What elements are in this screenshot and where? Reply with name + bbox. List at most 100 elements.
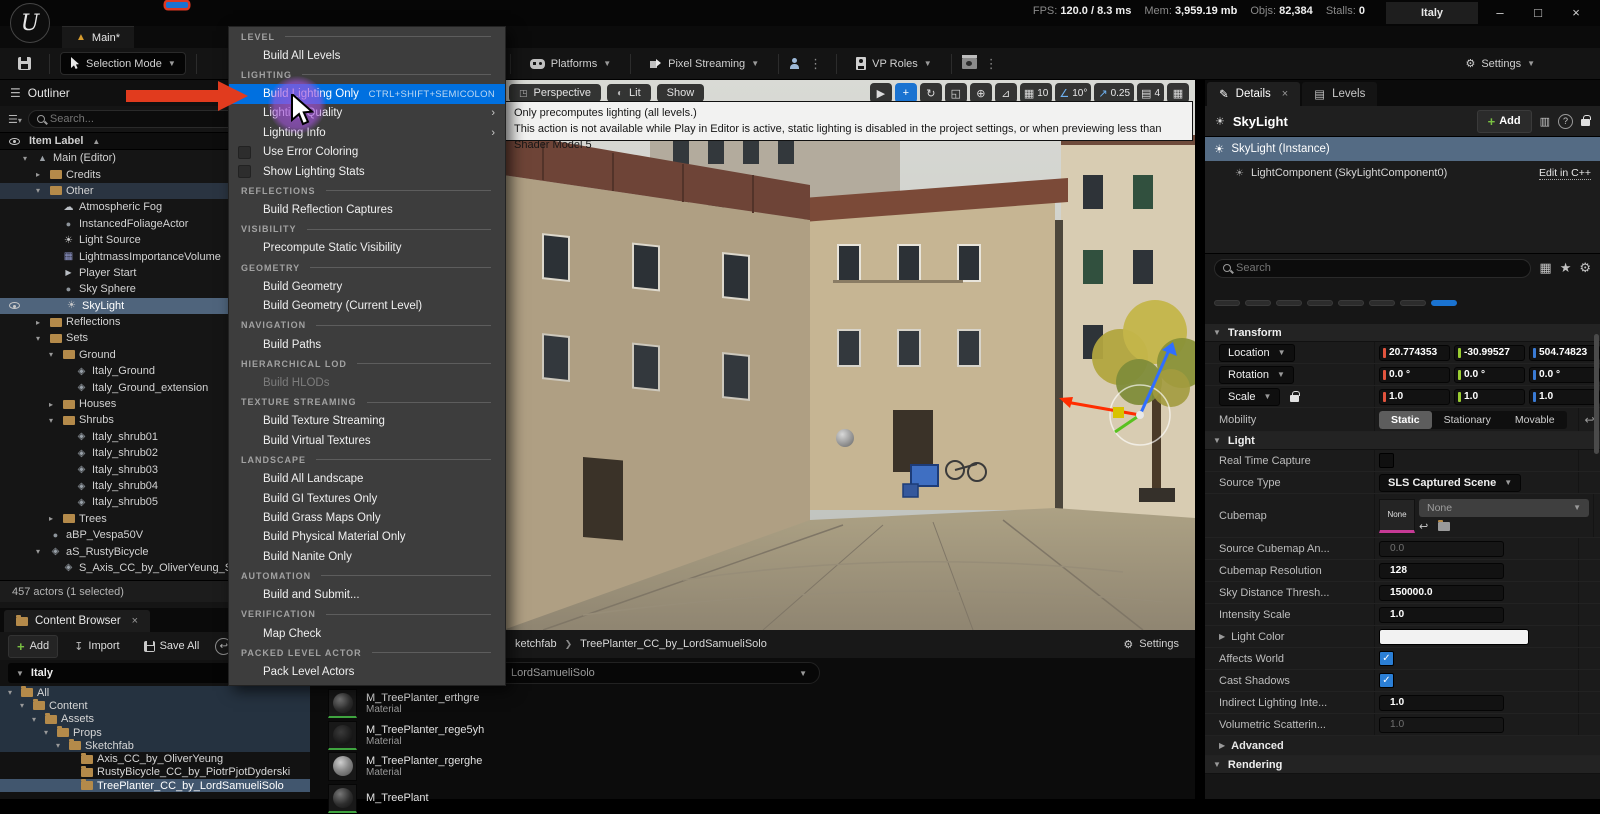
tab-details[interactable]: ✎ Details ×	[1207, 82, 1300, 106]
folder-tree-row[interactable]: Assets	[0, 713, 310, 726]
checkbox[interactable]	[238, 165, 251, 178]
close-icon[interactable]: ×	[1282, 88, 1288, 100]
item-label-column-header[interactable]: Item Label	[29, 135, 83, 147]
use-selected-asset-icon[interactable]: ↩	[1419, 520, 1428, 533]
grid-snap-button[interactable]: ▦ 10	[1020, 83, 1053, 103]
virtual-camera-icon[interactable]	[962, 58, 977, 69]
viewport[interactable]: ◳ Perspective ◐ Lit Show ▶ + ↻ ◱ ⊕ ⊿ ▦ 1…	[503, 80, 1195, 630]
scale-dropdown[interactable]: Scale▼	[1219, 388, 1280, 406]
selection-mode-dropdown[interactable]: Selection Mode ▼	[60, 52, 186, 75]
build-menu-item[interactable]: VISIBILITY ›	[229, 220, 505, 239]
menu-button[interactable]	[218, 2, 240, 8]
camera-speed-button[interactable]: ▤ 4	[1137, 83, 1164, 103]
component-row-skylight-instance[interactable]: ☀ SkyLight (Instance)	[1205, 137, 1600, 161]
multi-user-icon[interactable]	[789, 58, 801, 69]
import-button[interactable]: ↧ Import	[66, 637, 127, 656]
move-tool-button[interactable]: +	[895, 83, 917, 103]
intensity-scale-field[interactable]: 1.0	[1379, 607, 1504, 623]
indirect-lighting-intensity-field[interactable]: 1.0	[1379, 695, 1504, 711]
blueprint-icon[interactable]: ▥	[1540, 115, 1550, 128]
cubemap-thumbnail[interactable]: None	[1379, 499, 1415, 533]
scale-snap-button[interactable]: ↗ 0.25	[1094, 83, 1134, 103]
details-scrollbar[interactable]	[1594, 334, 1599, 454]
light-color-swatch[interactable]	[1379, 629, 1529, 645]
folder-tree-row[interactable]: Axis_CC_by_OliverYeung	[0, 752, 310, 765]
maximize-viewport-button[interactable]: ▦	[1167, 83, 1189, 103]
breadcrumb[interactable]: ketchfab	[515, 638, 557, 650]
build-menu-item[interactable]: Build Texture Streaming ›	[229, 412, 505, 431]
source-type-dropdown[interactable]: SLS Captured Scene▼	[1379, 474, 1521, 492]
build-menu-item[interactable]: Build Paths ›	[229, 335, 505, 354]
build-menu-item[interactable]: Build Grass Maps Only ›	[229, 508, 505, 527]
expand-arrow-icon[interactable]	[44, 728, 53, 737]
rotation-x-field[interactable]: 0.0 °	[1379, 367, 1450, 383]
pixel-streaming-dropdown[interactable]: Pixel Streaming ▼	[641, 54, 768, 74]
filter-chip[interactable]	[1400, 300, 1426, 306]
build-menu-item[interactable]: Build Reflection Captures ›	[229, 200, 505, 219]
build-menu-item[interactable]: REFLECTIONS ›	[229, 181, 505, 200]
build-menu-item[interactable]: LEVEL ›	[229, 27, 505, 46]
expand-arrow-icon[interactable]	[49, 416, 58, 425]
build-menu-item[interactable]: Build All Landscape ›	[229, 469, 505, 488]
rotation-z-field[interactable]: 0.0 °	[1529, 367, 1600, 383]
select-tool-button[interactable]: ▶	[870, 83, 892, 103]
asset-settings-button[interactable]: ⚙ Settings	[1123, 638, 1195, 651]
browse-to-asset-icon[interactable]	[1438, 522, 1450, 531]
show-dropdown[interactable]: Show	[657, 84, 705, 102]
expand-arrow-icon[interactable]	[8, 688, 17, 697]
mobility-static-option[interactable]: Static	[1379, 411, 1432, 429]
build-menu-item[interactable]: Build Geometry ›	[229, 277, 505, 296]
menu-button[interactable]	[114, 2, 136, 8]
tab-main-level[interactable]: ▲ Main*	[62, 26, 134, 48]
build-menu-item[interactable]: Build Physical Material Only ›	[229, 528, 505, 547]
build-menu-item[interactable]: VERIFICATION ›	[229, 605, 505, 624]
location-x-field[interactable]: 20.774353	[1379, 345, 1450, 361]
source-cubemap-angle-field[interactable]: 0.0	[1379, 541, 1504, 557]
build-menu-item[interactable]: TEXTURE STREAMING ›	[229, 393, 505, 412]
build-menu-item[interactable]: Pack Level Actors ›	[229, 662, 505, 681]
asset-row[interactable]: M_TreePlanter_rege5yh Material	[328, 720, 1195, 752]
build-menu-item[interactable]: Build GI Textures Only ›	[229, 489, 505, 508]
build-menu-item[interactable]: Build All Levels ›	[229, 46, 505, 65]
build-menu-item[interactable]: Show Lighting Stats ›	[229, 162, 505, 181]
lock-icon[interactable]	[1581, 119, 1590, 126]
expand-arrow-icon[interactable]	[36, 170, 45, 179]
expand-arrow-icon[interactable]	[23, 154, 32, 163]
overflow-menu-icon[interactable]: ⋮	[805, 56, 826, 72]
details-search-input[interactable]	[1236, 262, 1522, 274]
add-button[interactable]: + Add	[8, 635, 58, 658]
display-options-icon[interactable]: ▦	[1539, 260, 1551, 276]
checkbox[interactable]	[238, 146, 251, 159]
expand-arrow-icon[interactable]	[36, 547, 45, 556]
build-menu-item[interactable]: AUTOMATION ›	[229, 566, 505, 585]
save-all-button[interactable]: Save All	[136, 637, 208, 655]
build-menu-item[interactable]: Build Geometry (Current Level) ›	[229, 297, 505, 316]
folder-tree-row[interactable]: Props	[0, 726, 310, 739]
scale-tool-button[interactable]: ◱	[945, 83, 967, 103]
filter-chip[interactable]	[1245, 300, 1271, 306]
add-component-button[interactable]: + Add	[1477, 110, 1532, 133]
mobility-movable-option[interactable]: Movable	[1503, 411, 1567, 429]
cast-shadows-checkbox[interactable]: ✓	[1379, 673, 1394, 688]
rotation-y-field[interactable]: 0.0 °	[1454, 367, 1525, 383]
vp-roles-dropdown[interactable]: VP Roles ▼	[847, 53, 941, 74]
scale-z-field[interactable]: 1.0	[1529, 389, 1600, 405]
cubemap-dropdown[interactable]: None▼	[1419, 499, 1589, 517]
folder-tree-row[interactable]: Content	[0, 699, 310, 712]
expand-arrow-icon[interactable]	[36, 318, 45, 327]
close-button[interactable]: ×	[1560, 0, 1592, 24]
details-search-box[interactable]	[1214, 259, 1531, 278]
menu-button[interactable]	[192, 2, 214, 8]
overflow-menu-icon[interactable]: ⋮	[981, 56, 1002, 72]
world-local-toggle-button[interactable]: ⊕	[970, 83, 992, 103]
menu-button[interactable]	[140, 2, 162, 8]
maximize-button[interactable]: □	[1522, 0, 1554, 24]
build-menu-item[interactable]: LIGHTING ›	[229, 65, 505, 84]
expand-arrow-icon[interactable]	[20, 701, 29, 710]
edit-in-cpp-link[interactable]: Edit in C++	[1539, 167, 1591, 180]
build-menu-item[interactable]: HIERARCHICAL LOD ›	[229, 354, 505, 373]
expand-arrow-icon[interactable]	[49, 400, 58, 409]
filter-chip[interactable]	[1431, 300, 1457, 306]
section-advanced[interactable]: ▶Advanced	[1205, 736, 1600, 756]
real-time-capture-checkbox[interactable]	[1379, 453, 1394, 468]
